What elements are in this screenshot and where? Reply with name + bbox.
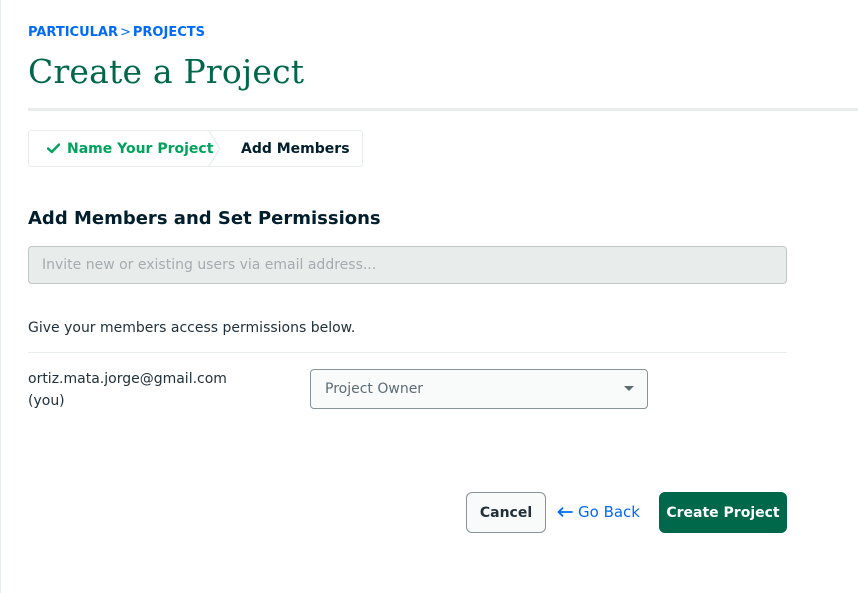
- step-separator-icon: [208, 131, 221, 166]
- cancel-button[interactable]: Cancel: [466, 492, 546, 533]
- member-email: ortiz.mata.jorge@gmail.com (you): [28, 371, 227, 409]
- wizard-step-add-members: Add Members: [221, 131, 350, 166]
- wizard-step-label: Name Your Project: [67, 140, 214, 157]
- page-title: Create a Project: [28, 52, 305, 91]
- go-back-label: Go Back: [578, 502, 640, 521]
- create-project-button[interactable]: Create Project: [659, 492, 787, 533]
- wizard-steps: Name Your Project Add Members: [28, 130, 363, 167]
- arrow-left-icon: [557, 502, 573, 521]
- go-back-link[interactable]: Go Back: [557, 502, 640, 521]
- section-heading: Add Members and Set Permissions: [28, 208, 381, 229]
- left-divider: [0, 0, 1, 593]
- check-icon: [46, 140, 61, 158]
- breadcrumb-projects-link[interactable]: PROJECTS: [133, 25, 205, 40]
- wizard-step-label: Add Members: [241, 140, 350, 157]
- member-role-select[interactable]: Project Owner: [310, 369, 648, 409]
- members-list-divider: [28, 352, 787, 353]
- invite-email-input[interactable]: [28, 246, 787, 284]
- title-divider: [28, 108, 858, 111]
- breadcrumb-org-link[interactable]: PARTICULAR: [28, 25, 118, 40]
- breadcrumb-separator: >: [119, 25, 131, 40]
- breadcrumb: PARTICULAR > PROJECTS: [28, 25, 205, 40]
- caret-down-icon: [624, 386, 634, 391]
- permissions-instructions: Give your members access permissions bel…: [28, 320, 356, 336]
- create-project-page: PARTICULAR > PROJECTS Create a Project Nam…: [0, 0, 858, 593]
- role-select-value: Project Owner: [325, 381, 424, 397]
- wizard-step-name-project[interactable]: Name Your Project: [29, 131, 221, 166]
